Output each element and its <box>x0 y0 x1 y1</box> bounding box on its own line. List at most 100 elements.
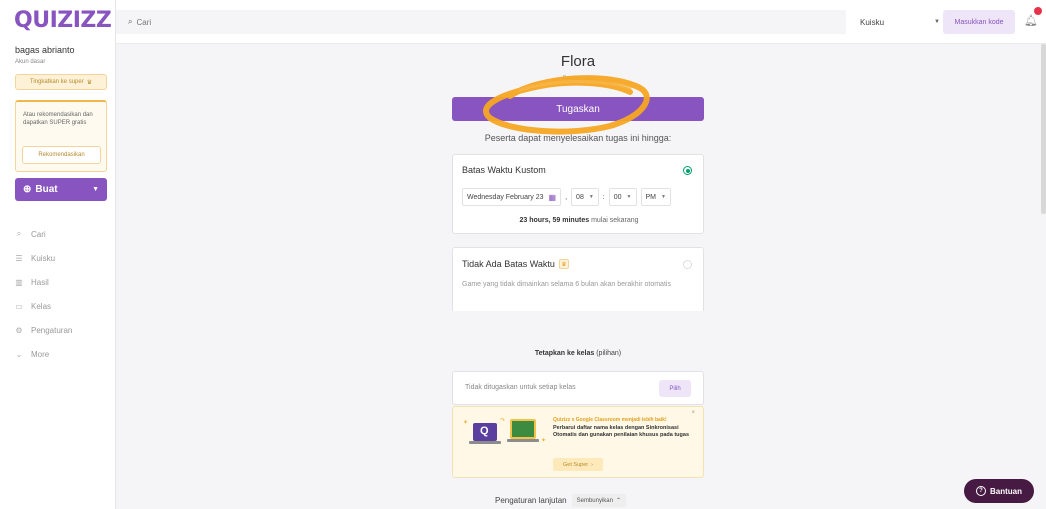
quizizz-logo[interactable]: QUIZIZZ <box>14 8 112 33</box>
quiz-title: Flora <box>560 53 596 70</box>
hide-label: Sembunyikan <box>576 497 613 504</box>
chevron-down-icon: ▼ <box>661 194 666 200</box>
list-icon: ☰ <box>15 253 23 263</box>
sidebar: QUIZIZZ bagas abrianto Akun dasar Tingka… <box>0 0 116 509</box>
laptop-base <box>507 439 539 442</box>
deadline-picker: Wednesday February 23 ▦ , 08 ▼ : 00 ▼ PM… <box>462 188 671 206</box>
no-deadline-option[interactable]: Tidak Ada Batas Waktu ♛ Game yang tidak … <box>452 247 704 311</box>
sparkle-icon: ✦ <box>463 420 469 426</box>
quizizz-q-icon: Q <box>480 425 489 437</box>
help-label: Bantuan <box>990 486 1022 496</box>
custom-deadline-option[interactable]: Batas Waktu Kustom Wednesday February 23… <box>452 154 704 234</box>
promo-body: Perbarui daftar nama kelas dengan Sinkro… <box>553 425 689 438</box>
ampm-select[interactable]: PM ▼ <box>640 188 671 206</box>
chevron-down-icon: ⌄ <box>15 349 23 359</box>
crown-icon: ♛ <box>86 79 93 86</box>
library-filter-dropdown[interactable]: Kuisku ▼ <box>856 10 940 34</box>
hide-advanced-button[interactable]: Sembunyikan ⌃ <box>571 494 627 507</box>
account-type: Akun dasar <box>15 59 46 65</box>
assign-class-label-bold: Tetapkan ke kelas <box>534 350 595 357</box>
class-icon: ▭ <box>15 301 23 311</box>
enter-code-button[interactable]: Masukkan kode <box>943 10 1015 34</box>
chevron-down-icon: ▼ <box>92 186 99 193</box>
no-deadline-title: Tidak Ada Batas Waktu <box>462 259 555 269</box>
create-button[interactable]: ⊕ Buat ▼ <box>15 178 107 201</box>
time-remaining: 23 hours, 59 minutes mulai sekarang <box>453 217 705 224</box>
recommend-box: Atau rekomendasikan dan dapatkan SUPER g… <box>15 100 107 172</box>
sidebar-item-hasil[interactable]: ▥ Hasil <box>15 270 72 294</box>
colon-separator: : <box>602 193 605 201</box>
assign-class-label-optional: (pilihan) <box>596 350 622 357</box>
upgrade-label: Tingkatkan ke super <box>29 79 84 85</box>
date-value: Wednesday February 23 <box>467 193 544 201</box>
sidebar-item-label: Hasil <box>31 277 49 287</box>
time-remaining-suffix: mulai sekarang <box>591 217 639 224</box>
chevron-down-icon: ▼ <box>588 194 594 200</box>
sidebar-item-kuisku[interactable]: ☰ Kuisku <box>15 246 72 270</box>
sidebar-nav: ⌕ Cari ☰ Kuisku ▥ Hasil ▭ Kelas ⚙ Pengat… <box>15 222 72 366</box>
search-bar[interactable]: ⌕ <box>116 10 846 34</box>
sidebar-item-kelas[interactable]: ▭ Kelas <box>15 294 72 318</box>
chevron-right-icon: › <box>591 461 593 468</box>
sidebar-item-label: Cari <box>31 229 46 239</box>
crown-icon: ♛ <box>558 259 569 269</box>
chevron-up-icon: ⌃ <box>615 498 622 504</box>
promo-headline: Quizizz x Google Classroom menjadi lebih… <box>553 417 667 423</box>
gear-icon: ⚙ <box>15 325 23 335</box>
sidebar-item-label: Kelas <box>31 301 52 311</box>
minute-value: 00 <box>613 193 622 201</box>
minute-select[interactable]: 00 ▼ <box>608 188 637 206</box>
advanced-settings-label: Pengaturan lanjutan <box>495 496 567 505</box>
sidebar-item-cari[interactable]: ⌕ Cari <box>15 222 72 246</box>
sidebar-item-label: Pengaturan <box>31 325 73 335</box>
sidebar-item-pengaturan[interactable]: ⚙ Pengaturan <box>15 318 72 342</box>
no-deadline-title-row: Tidak Ada Batas Waktu ♛ <box>462 259 569 269</box>
arrow-icon: ↷ <box>500 418 506 424</box>
hour-select[interactable]: 08 ▼ <box>571 188 599 206</box>
chart-icon: ▥ <box>15 277 23 287</box>
top-bar: ⌕ Kuisku ▼ Masukkan kode 🔔︎ <box>116 0 1046 44</box>
notification-badge <box>1034 7 1042 15</box>
search-input[interactable] <box>136 17 337 27</box>
help-button[interactable]: ? Bantuan <box>964 479 1034 503</box>
quizizz-laptop-illustration: Q <box>473 423 497 441</box>
filter-value: Kuisku <box>860 17 885 27</box>
question-icon: ? <box>976 486 986 496</box>
deadline-heading: Peserta dapat menyelesaikan tugas ini hi… <box>484 133 672 143</box>
username: bagas abrianto <box>15 45 75 55</box>
create-label: Buat <box>35 184 58 195</box>
recommend-button[interactable]: Rekomendasikan <box>22 146 101 164</box>
search-icon: ⌕ <box>16 229 22 238</box>
comma-separator: , <box>565 193 568 201</box>
class-select-card: Tidak ditugaskan untuk setiap kelas Pili… <box>452 371 704 405</box>
chevron-down-icon: ▼ <box>934 19 940 25</box>
calendar-icon: ▦ <box>548 192 557 202</box>
class-status-text: Tidak ditugaskan untuk setiap kelas <box>465 384 576 391</box>
sidebar-item-label: More <box>31 349 50 359</box>
sidebar-item-more[interactable]: ⌄ More <box>15 342 72 366</box>
ampm-value: PM <box>645 193 657 201</box>
time-remaining-value: 23 hours, 59 minutes <box>519 217 590 224</box>
google-classroom-promo: × ✦ Q ↷ ✦ Quizizz x Google Classroom men… <box>452 406 704 478</box>
close-icon[interactable]: × <box>691 410 695 416</box>
assign-button[interactable]: Tugaskan <box>452 97 704 121</box>
bell-icon[interactable]: 🔔︎ <box>1024 14 1038 27</box>
radio-selected[interactable] <box>683 166 692 175</box>
get-super-button[interactable]: Get Super › <box>553 458 603 471</box>
get-super-label: Get Super <box>563 461 589 468</box>
recommend-text: Atau rekomendasikan dan dapatkan SUPER g… <box>23 112 93 126</box>
search-icon: ⌕ <box>128 17 133 26</box>
quiz-subtitle: Pertanyaan <box>562 76 594 82</box>
laptop-base <box>469 441 501 444</box>
no-deadline-description: Game yang tidak dimainkan selama 6 bulan… <box>462 281 671 288</box>
hour-value: 08 <box>576 193 584 201</box>
date-picker[interactable]: Wednesday February 23 ▦ <box>462 188 562 206</box>
scrollbar[interactable] <box>1041 44 1046 214</box>
sidebar-item-label: Kuisku <box>31 253 56 263</box>
chevron-down-icon: ▼ <box>626 194 632 200</box>
upgrade-button[interactable]: Tingkatkan ke super ♛ <box>15 74 107 90</box>
radio-unselected[interactable] <box>683 260 692 269</box>
sparkle-icon: ✦ <box>541 438 547 444</box>
pick-class-button[interactable]: Pilih <box>659 380 691 397</box>
advanced-settings-row: Pengaturan lanjutan Sembunyikan ⌃ <box>495 494 627 507</box>
